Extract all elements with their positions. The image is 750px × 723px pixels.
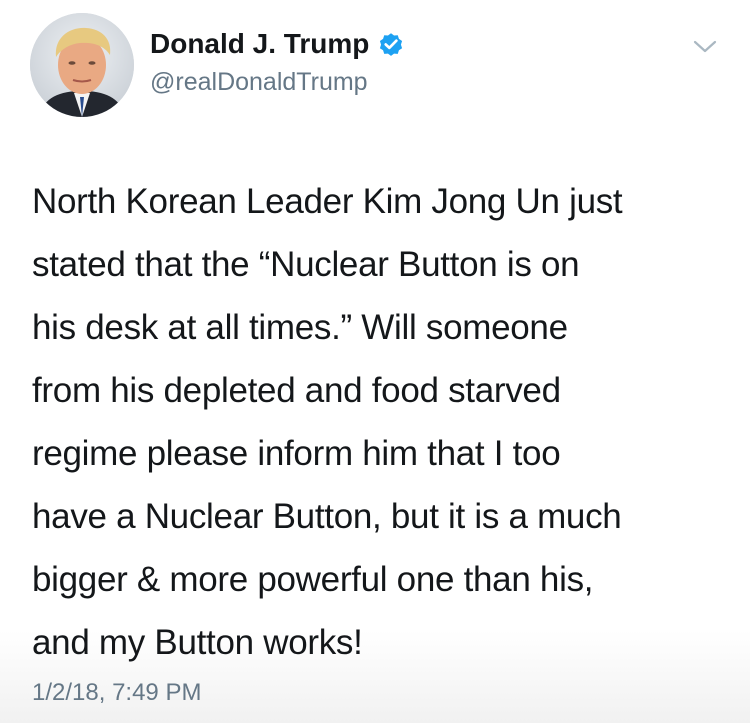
author-handle[interactable]: @realDonaldTrump xyxy=(150,66,368,98)
avatar[interactable] xyxy=(30,13,134,117)
tweet-timestamp[interactable]: 1/2/18, 7:49 PM xyxy=(32,678,201,708)
verified-badge-icon xyxy=(380,33,403,56)
avatar-image xyxy=(30,13,134,117)
author-name-text[interactable]: Donald J. Trump xyxy=(150,26,369,62)
chevron-down-icon[interactable] xyxy=(691,36,719,56)
author-name[interactable]: Donald J. Trump xyxy=(150,26,405,62)
tweet-card: Donald J. Trump @realDonaldTrump North K… xyxy=(0,0,750,723)
tweet-text: North Korean Leader Kim Jong Un just sta… xyxy=(32,182,623,662)
